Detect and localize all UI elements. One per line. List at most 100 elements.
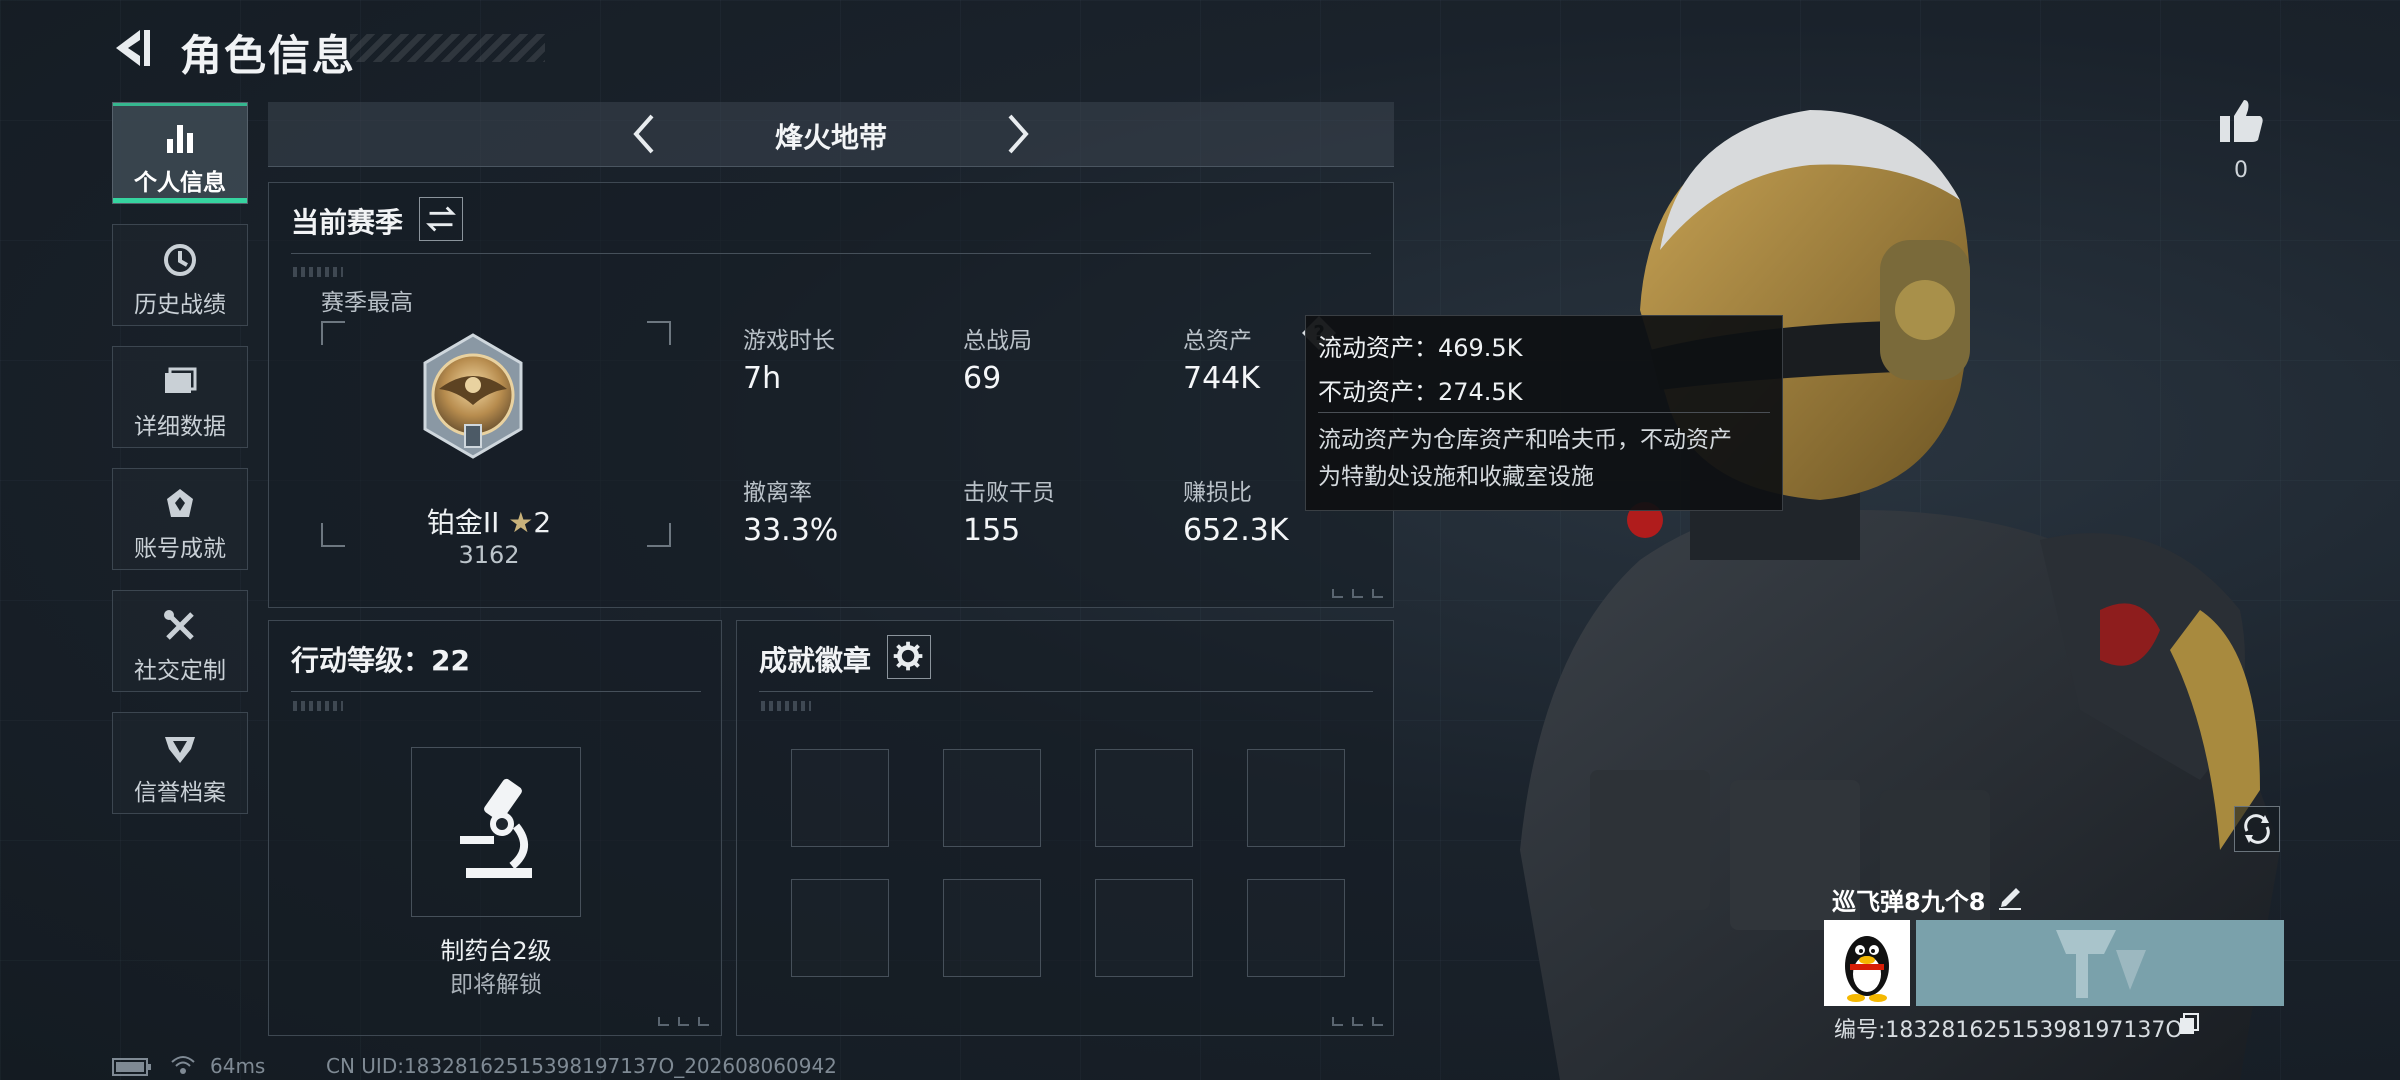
- panel-corner-marks: [1332, 589, 1383, 598]
- microscope-icon: [460, 778, 532, 878]
- assets-tooltip: 流动资产：469.5K 不动资产：274.5K 流动资产为仓库资产和哈夫币，不动…: [1305, 315, 1783, 511]
- divider: [759, 691, 1373, 692]
- sidebar-item-label: 信誉档案: [134, 780, 226, 806]
- swap-icon: [426, 206, 456, 232]
- divider: [291, 253, 1371, 254]
- rank-points: 3162: [458, 541, 520, 569]
- bar-chart-icon: [167, 125, 193, 153]
- tooltip-liquid-assets: 流动资产：469.5K: [1318, 334, 1523, 362]
- back-arrow-icon[interactable]: [110, 26, 154, 70]
- divider: [1318, 412, 1770, 413]
- season-title: 当前赛季: [291, 206, 404, 239]
- sidebar-item-reputation[interactable]: 信誉档案: [112, 712, 248, 814]
- tooltip-fixed-assets: 不动资产：274.5K: [1318, 378, 1523, 406]
- edit-pencil-icon[interactable]: [1996, 882, 2024, 910]
- page-title: 角色信息: [180, 31, 357, 80]
- decoration-ticks: [761, 701, 811, 711]
- sidebar-item-label: 历史战绩: [134, 292, 226, 318]
- stat-value-total-matches: 69: [963, 361, 1002, 396]
- frame-corner: [321, 321, 345, 345]
- badge-slot[interactable]: [1095, 749, 1193, 847]
- stat-value-extract-rate: 33.3%: [743, 513, 839, 548]
- stat-value-profit-loss: 652.3K: [1183, 513, 1289, 548]
- stat-label-total-assets: 总资产: [1183, 328, 1252, 354]
- sidebar-item-label: 账号成就: [134, 536, 226, 562]
- ping-value: 64ms: [210, 1054, 266, 1078]
- stat-value-play-time: 7h: [743, 361, 782, 396]
- rank-star-icon: ★: [508, 506, 534, 539]
- rank-stars: 2: [533, 506, 552, 539]
- stat-value-total-assets: 744K: [1183, 361, 1260, 396]
- achievement-icon: [167, 489, 193, 517]
- sidebar-item-achievements[interactable]: 账号成就: [112, 468, 248, 570]
- history-clock-icon: [164, 244, 196, 276]
- badge-settings-button[interactable]: [887, 635, 931, 679]
- mode-selector: 烽火地带: [268, 102, 1394, 167]
- stat-label-total-matches: 总战局: [963, 328, 1032, 354]
- player-id: 编号:18328162515398197137O: [1834, 1018, 2183, 1043]
- decoration-ticks: [293, 701, 343, 711]
- stat-label-extract-rate: 撤离率: [743, 480, 812, 506]
- sidebar-item-personal-info[interactable]: 个人信息: [112, 102, 248, 204]
- uid-text: CN UID:18328162515398197137O_20260806094…: [326, 1054, 837, 1078]
- gear-icon: [893, 641, 923, 671]
- frame-corner: [321, 523, 345, 547]
- stat-label-play-time: 游戏时长: [743, 328, 835, 354]
- badge-slot[interactable]: [791, 749, 889, 847]
- sidebar-item-detailed-data[interactable]: 详细数据: [112, 346, 248, 448]
- season-panel: 当前赛季 赛季最高 铂金II ★2 3162 游戏时长 7h 总战局 69 总资…: [268, 182, 1394, 608]
- copy-icon[interactable]: [2176, 1012, 2200, 1036]
- tooltip-note-line1: 流动资产为仓库资产和哈夫币，不动资产: [1318, 427, 1732, 453]
- refresh-icon: [2244, 814, 2270, 844]
- shield-icon: [165, 737, 195, 763]
- qq-penguin-icon: [1845, 936, 1889, 1002]
- divider: [291, 691, 701, 692]
- battery-icon: [112, 1058, 151, 1076]
- panel-corner-marks: [1332, 1017, 1383, 1026]
- rotate-view-button[interactable]: [2234, 806, 2280, 852]
- badge-slot[interactable]: [1247, 879, 1345, 977]
- decoration-ticks: [293, 267, 343, 277]
- banner-emblem-icon: [2056, 930, 2146, 998]
- badge-slot[interactable]: [943, 879, 1041, 977]
- avatar[interactable]: [1824, 920, 1910, 1006]
- folder-icon: [165, 367, 197, 393]
- rank-title: 铂金II ★2: [369, 501, 609, 541]
- title-decoration: [350, 34, 545, 62]
- platinum-rank-emblem: [423, 333, 523, 459]
- sidebar-item-social-custom[interactable]: 社交定制: [112, 590, 248, 692]
- sidebar-item-label: 个人信息: [134, 170, 226, 196]
- badge-slot[interactable]: [943, 749, 1041, 847]
- frame-corner: [647, 523, 671, 547]
- action-level-panel: 行动等级：22 制药台2级 即将解锁: [268, 620, 722, 1036]
- frame-corner: [647, 321, 671, 345]
- sidebar-item-label: 社交定制: [134, 658, 226, 684]
- season-best-label: 赛季最高: [321, 290, 413, 316]
- badges-panel: 成就徽章: [736, 620, 1394, 1036]
- thumbs-up-icon[interactable]: [2216, 96, 2266, 146]
- chevron-right-icon[interactable]: [994, 112, 1038, 156]
- rank-name: 铂金II: [426, 506, 500, 539]
- mode-label: 烽火地带: [774, 121, 887, 154]
- player-name: 巡飞弹8九个8: [1832, 888, 1986, 916]
- season-switch-button[interactable]: [419, 197, 463, 241]
- sidebar-item-label: 详细数据: [134, 414, 226, 440]
- badge-slot[interactable]: [1247, 749, 1345, 847]
- badge-slot[interactable]: [791, 879, 889, 977]
- sidebar-item-history[interactable]: 历史战绩: [112, 224, 248, 326]
- unlock-item-card[interactable]: [411, 747, 581, 917]
- stat-label-profit-loss: 赚损比: [1183, 480, 1252, 506]
- tooltip-note-line2: 为特勤处设施和收藏室设施: [1318, 464, 1594, 490]
- tools-icon: [164, 610, 194, 640]
- panel-corner-marks: [658, 1017, 709, 1026]
- action-level-title: 行动等级：22: [291, 644, 470, 677]
- stat-label-operators-defeated: 击败干员: [963, 480, 1055, 506]
- stat-value-operators-defeated: 155: [963, 513, 1021, 548]
- badge-slot[interactable]: [1095, 879, 1193, 977]
- player-banner: [1916, 920, 2284, 1006]
- unlock-item-name: 制药台2级: [440, 937, 552, 965]
- like-count: 0: [2234, 158, 2248, 183]
- unlock-item-status: 即将解锁: [450, 972, 542, 998]
- wifi-icon: [171, 1056, 195, 1074]
- badges-title: 成就徽章: [759, 644, 872, 677]
